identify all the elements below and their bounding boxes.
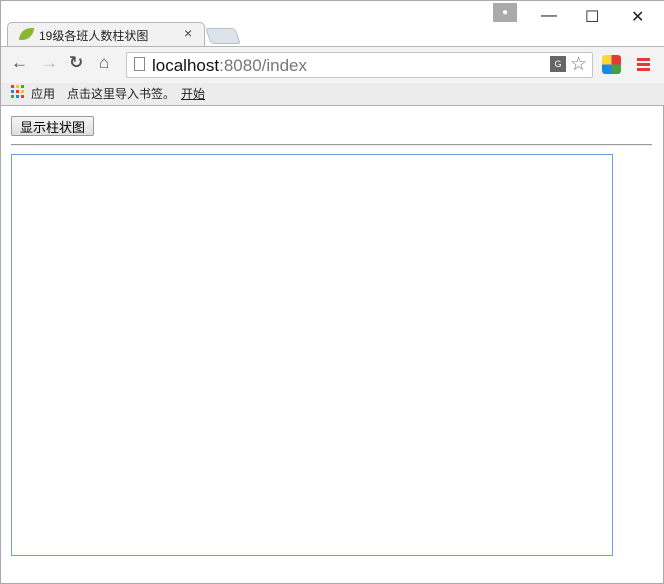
bookmark-star-icon[interactable]: ☆ xyxy=(570,53,587,76)
forward-button[interactable]: → xyxy=(41,53,58,73)
minimize-button[interactable]: — xyxy=(541,7,557,25)
show-bar-chart-button[interactable]: 显示柱状图 xyxy=(11,116,94,136)
translate-icon[interactable]: G xyxy=(550,56,566,72)
close-window-button[interactable]: ✕ xyxy=(631,7,644,27)
bookmark-apps[interactable]: 应用 xyxy=(31,85,55,102)
url-host: localhost xyxy=(152,56,220,75)
tab-title: 19级各班人数柱状图 xyxy=(39,29,149,43)
reload-button[interactable]: ↻ xyxy=(69,53,83,73)
menu-icon[interactable] xyxy=(637,58,650,71)
back-button[interactable]: ← xyxy=(11,53,28,73)
bookmark-import[interactable]: 点击这里导入书签。 xyxy=(67,85,175,102)
bookmark-start[interactable]: 开始 xyxy=(181,85,205,102)
url-text[interactable]: localhost:8080/index xyxy=(152,56,307,76)
divider xyxy=(11,144,652,146)
chart-container xyxy=(11,154,613,556)
apps-icon[interactable] xyxy=(11,85,24,98)
new-tab-button[interactable] xyxy=(205,28,241,44)
tab-close-button[interactable]: × xyxy=(184,25,192,41)
home-button[interactable]: ⌂ xyxy=(99,53,109,73)
extension-icon[interactable] xyxy=(602,55,621,74)
profile-icon[interactable]: ● xyxy=(493,3,517,22)
url-path: :8080/index xyxy=(219,56,308,75)
maximize-button[interactable]: ☐ xyxy=(585,7,599,27)
page-icon xyxy=(134,57,145,71)
